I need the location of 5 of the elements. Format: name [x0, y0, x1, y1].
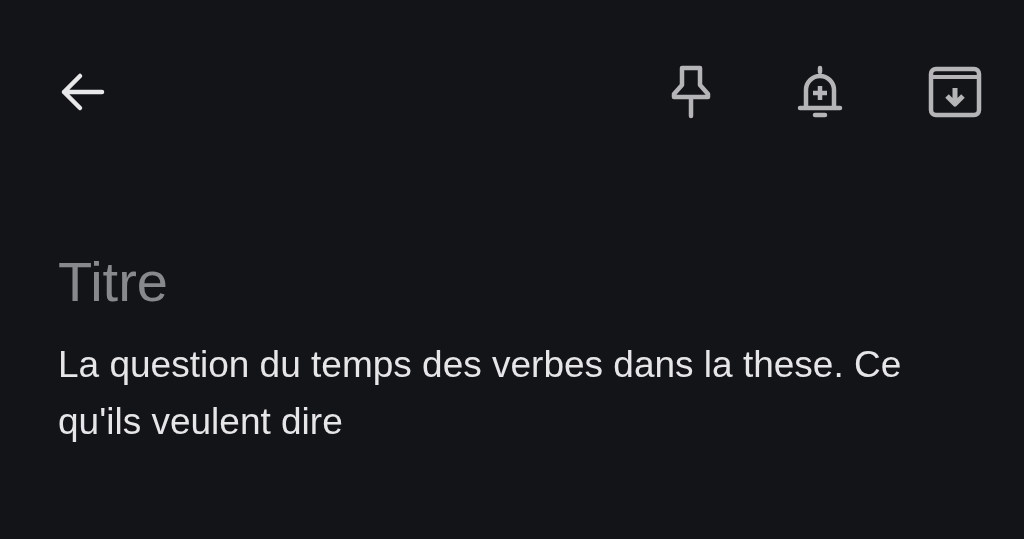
title-field[interactable]: Titre	[58, 246, 658, 316]
note-field[interactable]: La question du temps des verbes dans la these. Ce qu'ils veulent dire	[58, 336, 938, 450]
bell-plus-icon[interactable]	[796, 64, 844, 120]
pin-icon[interactable]	[670, 65, 712, 119]
archive-icon[interactable]	[928, 66, 982, 118]
